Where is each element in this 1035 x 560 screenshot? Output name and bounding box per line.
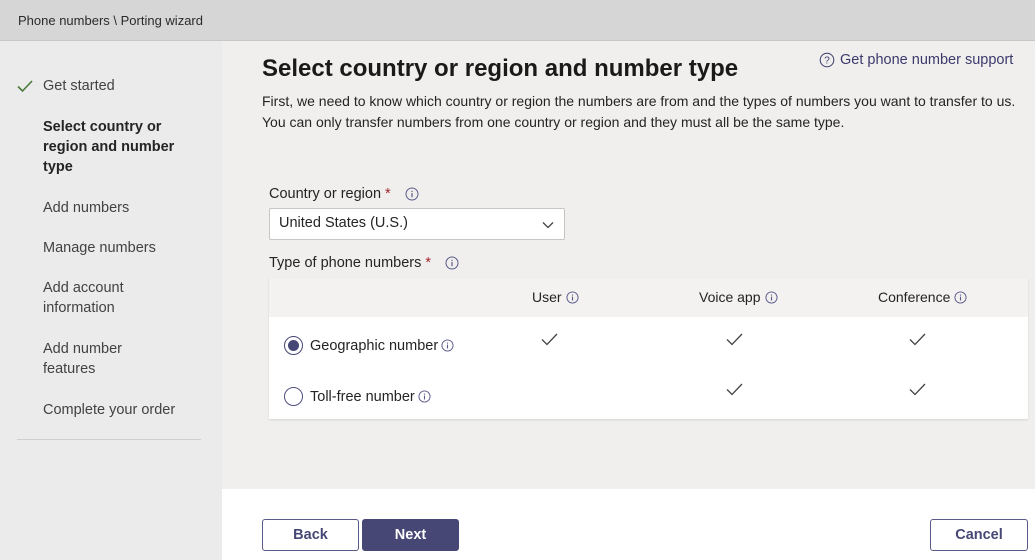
page-title: Select country or region and number type (262, 55, 739, 82)
step-add-account-info[interactable]: Add account information (43, 278, 153, 318)
info-icon[interactable] (954, 290, 967, 304)
info-icon[interactable] (405, 187, 419, 201)
country-label: Country or region * (269, 186, 419, 202)
column-header-voice-app: Voice app (699, 289, 778, 305)
help-circle-icon: ? (819, 52, 835, 68)
back-button[interactable]: Back (262, 519, 359, 551)
top-bar: Phone numbers \ Porting wizard (0, 0, 1035, 41)
table-header: User Voice app Conference (269, 278, 1028, 317)
page-description: First, we need to know which country or … (262, 93, 1016, 130)
check-icon (541, 333, 558, 346)
breadcrumb[interactable]: Phone numbers \ Porting wizard (18, 13, 203, 28)
column-header-conference: Conference (878, 289, 967, 305)
column-label: Conference (878, 289, 951, 305)
support-link-label: Get phone number support (840, 52, 1014, 68)
required-asterisk: * (385, 186, 391, 202)
table-row-geographic[interactable]: Geographic number (284, 336, 454, 355)
check-icon (909, 383, 926, 396)
country-label-text: Country or region (269, 186, 382, 202)
check-icon (726, 383, 743, 396)
check-icon (726, 333, 743, 346)
country-select-value: United States (U.S.) (279, 215, 408, 231)
toll-free-radio[interactable] (284, 387, 303, 406)
step-select-country-type[interactable]: Select country or region and number type (43, 117, 203, 177)
column-header-user: User (532, 289, 579, 305)
type-label-text: Type of phone numbers (269, 255, 422, 271)
info-icon[interactable] (445, 256, 459, 270)
column-label: User (532, 289, 562, 305)
info-icon[interactable] (441, 339, 454, 352)
geographic-radio[interactable] (284, 336, 303, 355)
type-label: Type of phone numbers * (269, 255, 459, 271)
required-asterisk: * (425, 255, 432, 271)
sidebar-divider (17, 439, 201, 440)
svg-text:?: ? (824, 56, 830, 67)
table-row-toll-free[interactable]: Toll-free number (284, 387, 431, 406)
support-link[interactable]: ? Get phone number support (819, 52, 1013, 68)
row-label: Toll-free number (310, 388, 415, 405)
step-manage-numbers[interactable]: Manage numbers (43, 238, 203, 258)
step-complete-order[interactable]: Complete your order (43, 400, 203, 420)
chevron-down-icon (542, 222, 554, 229)
step-get-started[interactable]: Get started (43, 76, 203, 96)
info-icon[interactable] (418, 390, 431, 403)
next-button[interactable]: Next (362, 519, 459, 551)
info-icon[interactable] (566, 290, 579, 304)
column-label: Voice app (699, 289, 761, 305)
cancel-button[interactable]: Cancel (930, 519, 1028, 551)
number-type-table: User Voice app Conference Geographic num… (269, 278, 1028, 419)
info-icon[interactable] (764, 290, 778, 304)
step-add-numbers[interactable]: Add numbers (43, 198, 203, 218)
step-add-number-features[interactable]: Add number features (43, 339, 143, 379)
row-label: Geographic number (310, 337, 439, 354)
country-select[interactable]: United States (U.S.) (269, 208, 565, 240)
checkmark-icon (17, 80, 33, 93)
check-icon (909, 333, 926, 346)
